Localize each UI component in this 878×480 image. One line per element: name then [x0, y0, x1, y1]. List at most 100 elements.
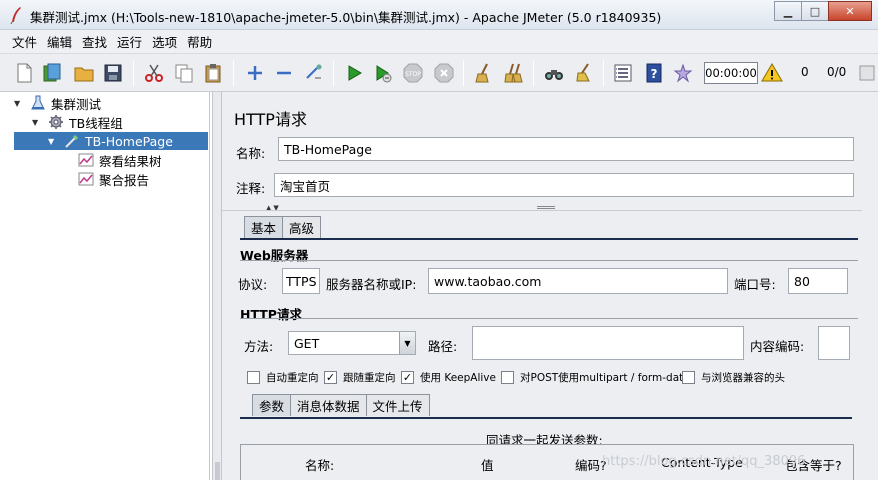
tab-parameters[interactable]: 参数 [252, 394, 292, 416]
tree-node-label: 聚合报告 [99, 172, 150, 188]
check-mark-icon[interactable]: ✓ [324, 371, 337, 384]
column-header-name[interactable]: 名称: [305, 455, 334, 474]
open-icon[interactable] [72, 61, 96, 85]
collapse-all-icon[interactable] [272, 61, 296, 85]
save-icon[interactable] [101, 61, 125, 85]
function-helper-icon[interactable] [611, 61, 635, 85]
sampler-panel: HTTP请求 名称: TB-HomePage 注释: 淘宝首页 ▲▼ 基本 高级… [222, 92, 878, 480]
stop-icon[interactable]: STOP [401, 61, 425, 85]
protocol-field[interactable]: TTPS [282, 268, 320, 294]
multipart-checkbox[interactable]: 对POST使用multipart / form-data [501, 370, 690, 385]
tab-file-upload[interactable]: 文件上传 [365, 394, 430, 416]
checkbox-label: 与浏览器兼容的头 [701, 372, 785, 384]
tab-basic[interactable]: 基本 [244, 216, 284, 238]
checkbox-label: 跟随重定向 [343, 372, 396, 384]
start-icon[interactable] [342, 61, 366, 85]
svg-text:?: ? [651, 67, 658, 81]
comment-field[interactable]: 淘宝首页 [274, 173, 854, 197]
tree-node-thread-group[interactable]: ▼ TB线程组 [32, 113, 123, 131]
menu-edit[interactable]: 编辑 [47, 32, 72, 51]
remote-start-icon[interactable] [671, 61, 695, 85]
tree-node-results-tree[interactable]: 察看结果树 [78, 151, 162, 169]
clear-all-icon[interactable] [502, 61, 526, 85]
pipette-icon [64, 133, 82, 149]
templates-icon[interactable] [40, 61, 64, 85]
toggle-icon[interactable] [302, 61, 326, 85]
tree-node-label: 察看结果树 [99, 153, 162, 169]
column-header-value[interactable]: 值 [481, 455, 494, 474]
menu-bar: 文件 编辑 查找 运行 选项 帮助 [0, 30, 878, 54]
follow-redirects-checkbox[interactable]: ✓ 跟随重定向 [324, 370, 396, 385]
expanded-arrow-icon[interactable]: ▼ [14, 99, 24, 108]
tree-node-aggregate-report[interactable]: 聚合报告 [78, 170, 149, 188]
toolbar: STOP ? 00:00:00 0 0/0 [0, 54, 878, 92]
checkbox-label: 自动重定向 [266, 372, 319, 384]
tab-advanced[interactable]: 高级 [282, 216, 322, 238]
maximize-button[interactable]: □ [801, 1, 829, 21]
browser-headers-checkbox[interactable]: 与浏览器兼容的头 [682, 370, 785, 385]
checkbox-label: 使用 KeepAlive [420, 372, 496, 384]
path-label: 路径: [428, 339, 458, 354]
copy-icon[interactable] [172, 61, 196, 85]
shutdown-icon[interactable] [432, 61, 456, 85]
menu-file[interactable]: 文件 [12, 32, 37, 51]
chart-icon [78, 171, 96, 187]
chevron-down-icon[interactable]: ▼ [399, 332, 415, 354]
checkbox-box[interactable] [682, 371, 695, 384]
protocol-label: 协议: [238, 277, 268, 292]
menu-search[interactable]: 查找 [82, 32, 107, 51]
check-mark-icon[interactable]: ✓ [401, 371, 414, 384]
svg-text:STOP: STOP [405, 71, 421, 78]
tree-scrollbar[interactable] [212, 92, 222, 480]
paste-icon[interactable] [201, 61, 225, 85]
warning-count: 0 [801, 65, 809, 79]
clear-icon[interactable] [472, 61, 496, 85]
tree-node-test-plan[interactable]: ▼ 集群测试 [14, 94, 101, 112]
menu-help[interactable]: 帮助 [187, 32, 212, 51]
server-label: 服务器名称或IP: [326, 277, 417, 292]
gear-icon [48, 114, 66, 130]
content-encoding-field[interactable] [818, 326, 850, 360]
new-icon[interactable] [12, 61, 36, 85]
auto-redirect-checkbox[interactable]: 自动重定向 [247, 370, 319, 385]
panel-title: HTTP请求 [234, 110, 307, 129]
expanded-arrow-icon[interactable]: ▼ [32, 118, 42, 127]
path-field[interactable] [472, 326, 744, 360]
thread-count: 0/0 [827, 65, 847, 79]
help-icon[interactable]: ? [642, 61, 666, 85]
splitter-grip-icon[interactable] [537, 206, 555, 209]
name-field[interactable]: TB-HomePage [278, 137, 854, 161]
start-no-pauses-icon[interactable] [371, 61, 395, 85]
tree-node-label: TB线程组 [69, 115, 123, 131]
search-binoculars-icon[interactable] [542, 61, 566, 85]
menu-options[interactable]: 选项 [152, 32, 177, 51]
port-label: 端口号: [734, 277, 776, 292]
tab-body-data[interactable]: 消息体数据 [290, 394, 367, 416]
minimize-button[interactable]: ▁ [774, 1, 802, 21]
port-field[interactable]: 80 [788, 268, 848, 294]
checkbox-label: 对POST使用multipart / form-data [520, 372, 690, 384]
watermark-text: https://blog.csdn.net/qq_38096 [602, 454, 806, 469]
method-label: 方法: [244, 339, 274, 354]
reset-search-icon[interactable] [572, 61, 596, 85]
status-indicator-icon [858, 61, 876, 85]
flask-icon [30, 95, 48, 111]
expand-all-icon[interactable] [243, 61, 267, 85]
checkbox-box[interactable] [501, 371, 514, 384]
http-request-section-title: HTTP请求 [240, 307, 302, 322]
expanded-arrow-icon[interactable]: ▼ [48, 137, 58, 146]
tree-node-http-sampler[interactable]: ▼ TB-HomePage [48, 132, 173, 150]
method-value: GET [294, 335, 320, 351]
warning-icon[interactable] [760, 61, 784, 85]
jmeter-feather-icon [8, 6, 24, 25]
content-encoding-label: 内容编码: [750, 339, 805, 354]
close-button[interactable]: ✕ [828, 1, 872, 21]
checkbox-box[interactable] [247, 371, 260, 384]
cut-icon[interactable] [142, 61, 166, 85]
menu-run[interactable]: 运行 [117, 32, 142, 51]
web-server-section-title: Web服务器 [240, 248, 309, 263]
server-field[interactable]: www.taobao.com [428, 268, 728, 294]
method-select[interactable]: GET ▼ [288, 331, 416, 355]
tree-node-label: 集群测试 [51, 96, 102, 112]
keepalive-checkbox[interactable]: ✓ 使用 KeepAlive [401, 370, 496, 385]
